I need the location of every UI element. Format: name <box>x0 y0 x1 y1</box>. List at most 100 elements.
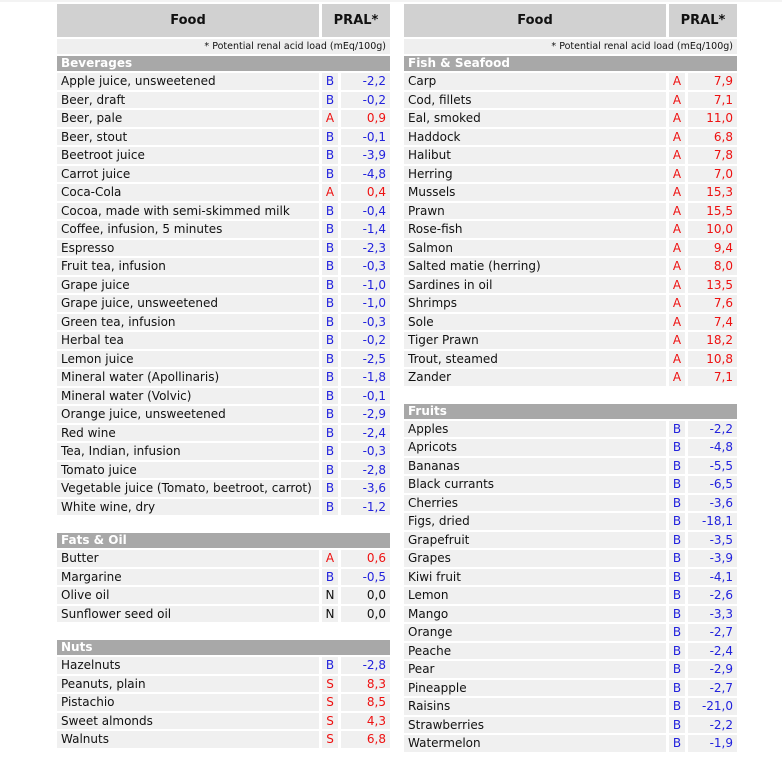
grade-code: A <box>669 221 685 238</box>
grade-code: B <box>669 661 685 678</box>
pral-value: -1,4 <box>341 221 390 238</box>
table-row: Cod, fillets A 7,1 <box>404 91 737 108</box>
food-name: Pineapple <box>404 679 666 696</box>
grade-code: B <box>669 457 685 474</box>
pral-value: -4,8 <box>688 439 737 456</box>
grade-code: N <box>322 605 338 622</box>
pral-value: 0,0 <box>341 587 390 604</box>
food-name: Grape juice <box>57 276 319 293</box>
table-row: Tomato juice B -2,8 <box>57 461 390 478</box>
table-row: Beer, draft B -0,2 <box>57 91 390 108</box>
table-row: Margarine B -0,5 <box>57 568 390 585</box>
food-name: Sweet almonds <box>57 712 319 729</box>
pral-value: 0,9 <box>341 110 390 127</box>
food-name: Rose-fish <box>404 221 666 238</box>
grade-code: B <box>322 128 338 145</box>
pral-value: -0,1 <box>341 387 390 404</box>
food-name: Pear <box>404 661 666 678</box>
grade-code: B <box>322 295 338 312</box>
food-name: Black currants <box>404 476 666 493</box>
grade-code: A <box>669 295 685 312</box>
grade-code: B <box>322 313 338 330</box>
pral-value: 9,4 <box>688 239 737 256</box>
grade-code: B <box>322 387 338 404</box>
food-name: Mineral water (Volvic) <box>57 387 319 404</box>
grade-code: A <box>669 350 685 367</box>
pral-value: 0,0 <box>341 605 390 622</box>
grade-code: A <box>669 147 685 164</box>
pral-value: 15,5 <box>688 202 737 219</box>
food-name: Apple juice, unsweetened <box>57 73 319 90</box>
grade-code: B <box>322 568 338 585</box>
pral-value: -3,9 <box>341 147 390 164</box>
table-row: Prawn A 15,5 <box>404 202 737 219</box>
pral-value: 7,1 <box>688 91 737 108</box>
footnote: * Potential renal acid load (mEq/100g) <box>404 39 737 54</box>
pral-value: 13,5 <box>688 276 737 293</box>
pral-value: 4,3 <box>341 712 390 729</box>
table-row: Salmon A 9,4 <box>404 239 737 256</box>
grade-code: B <box>322 276 338 293</box>
food-name: Green tea, infusion <box>57 313 319 330</box>
category-header: Nuts <box>57 640 390 655</box>
table-row: Mineral water (Volvic) B -0,1 <box>57 387 390 404</box>
pral-value: 8,0 <box>688 258 737 275</box>
pral-value: 8,3 <box>341 675 390 692</box>
grade-code: B <box>669 735 685 752</box>
food-name: Red wine <box>57 424 319 441</box>
table-row: Walnuts S 6,8 <box>57 731 390 748</box>
food-name: Walnuts <box>57 731 319 748</box>
food-name: Mineral water (Apollinaris) <box>57 369 319 386</box>
table-row: Watermelon B -1,9 <box>404 735 737 752</box>
table-row: Lemon B -2,6 <box>404 587 737 604</box>
table-row: Raisins B -21,0 <box>404 698 737 715</box>
table-row: Olive oil N 0,0 <box>57 587 390 604</box>
food-name: Peanuts, plain <box>57 675 319 692</box>
food-name: Mango <box>404 605 666 622</box>
pral-value: -2,4 <box>688 642 737 659</box>
grade-code: B <box>322 147 338 164</box>
category-section: Beverages Apple juice, unsweetened B -2,2 Be… <box>57 56 390 515</box>
table-row: Beetroot juice B -3,9 <box>57 147 390 164</box>
food-name: Sardines in oil <box>404 276 666 293</box>
table-row: Zander A 7,1 <box>404 369 737 386</box>
table-row: Pear B -2,9 <box>404 661 737 678</box>
table-row: Rose-fish A 10,0 <box>404 221 737 238</box>
grade-code: B <box>669 420 685 437</box>
food-name: Shrimps <box>404 295 666 312</box>
grade-code: B <box>669 642 685 659</box>
pral-value: 11,0 <box>688 110 737 127</box>
table-row: Grape juice B -1,0 <box>57 276 390 293</box>
pral-value: -0,2 <box>341 332 390 349</box>
pral-value: -2,8 <box>341 461 390 478</box>
table-row: Carp A 7,9 <box>404 73 737 90</box>
food-name: Orange juice, unsweetened <box>57 406 319 423</box>
food-name: Vegetable juice (Tomato, beetroot, carro… <box>57 480 319 497</box>
food-name: Beetroot juice <box>57 147 319 164</box>
food-name: Salmon <box>404 239 666 256</box>
pral-value: 7,4 <box>688 313 737 330</box>
grade-code: B <box>669 439 685 456</box>
grade-code: B <box>669 531 685 548</box>
food-name: Strawberries <box>404 716 666 733</box>
grade-code: B <box>669 679 685 696</box>
grade-code: B <box>322 657 338 674</box>
pral-value: 7,1 <box>688 369 737 386</box>
food-name: Pistachio <box>57 694 319 711</box>
pral-value: -0,3 <box>341 258 390 275</box>
food-name: Lemon <box>404 587 666 604</box>
pral-value: 10,8 <box>688 350 737 367</box>
food-name: Carp <box>404 73 666 90</box>
grade-code: S <box>322 712 338 729</box>
food-name: Tea, Indian, infusion <box>57 443 319 460</box>
grade-code: B <box>322 424 338 441</box>
table-row: Sweet almonds S 4,3 <box>57 712 390 729</box>
sections: Beverages Apple juice, unsweetened B -2,2 Be… <box>57 56 390 748</box>
table-row: Cherries B -3,6 <box>404 494 737 511</box>
food-name: Grapefruit <box>404 531 666 548</box>
grade-code: B <box>669 587 685 604</box>
grade-code: A <box>669 110 685 127</box>
grade-code: A <box>669 276 685 293</box>
pral-value: -21,0 <box>688 698 737 715</box>
pral-value: -0,2 <box>341 91 390 108</box>
